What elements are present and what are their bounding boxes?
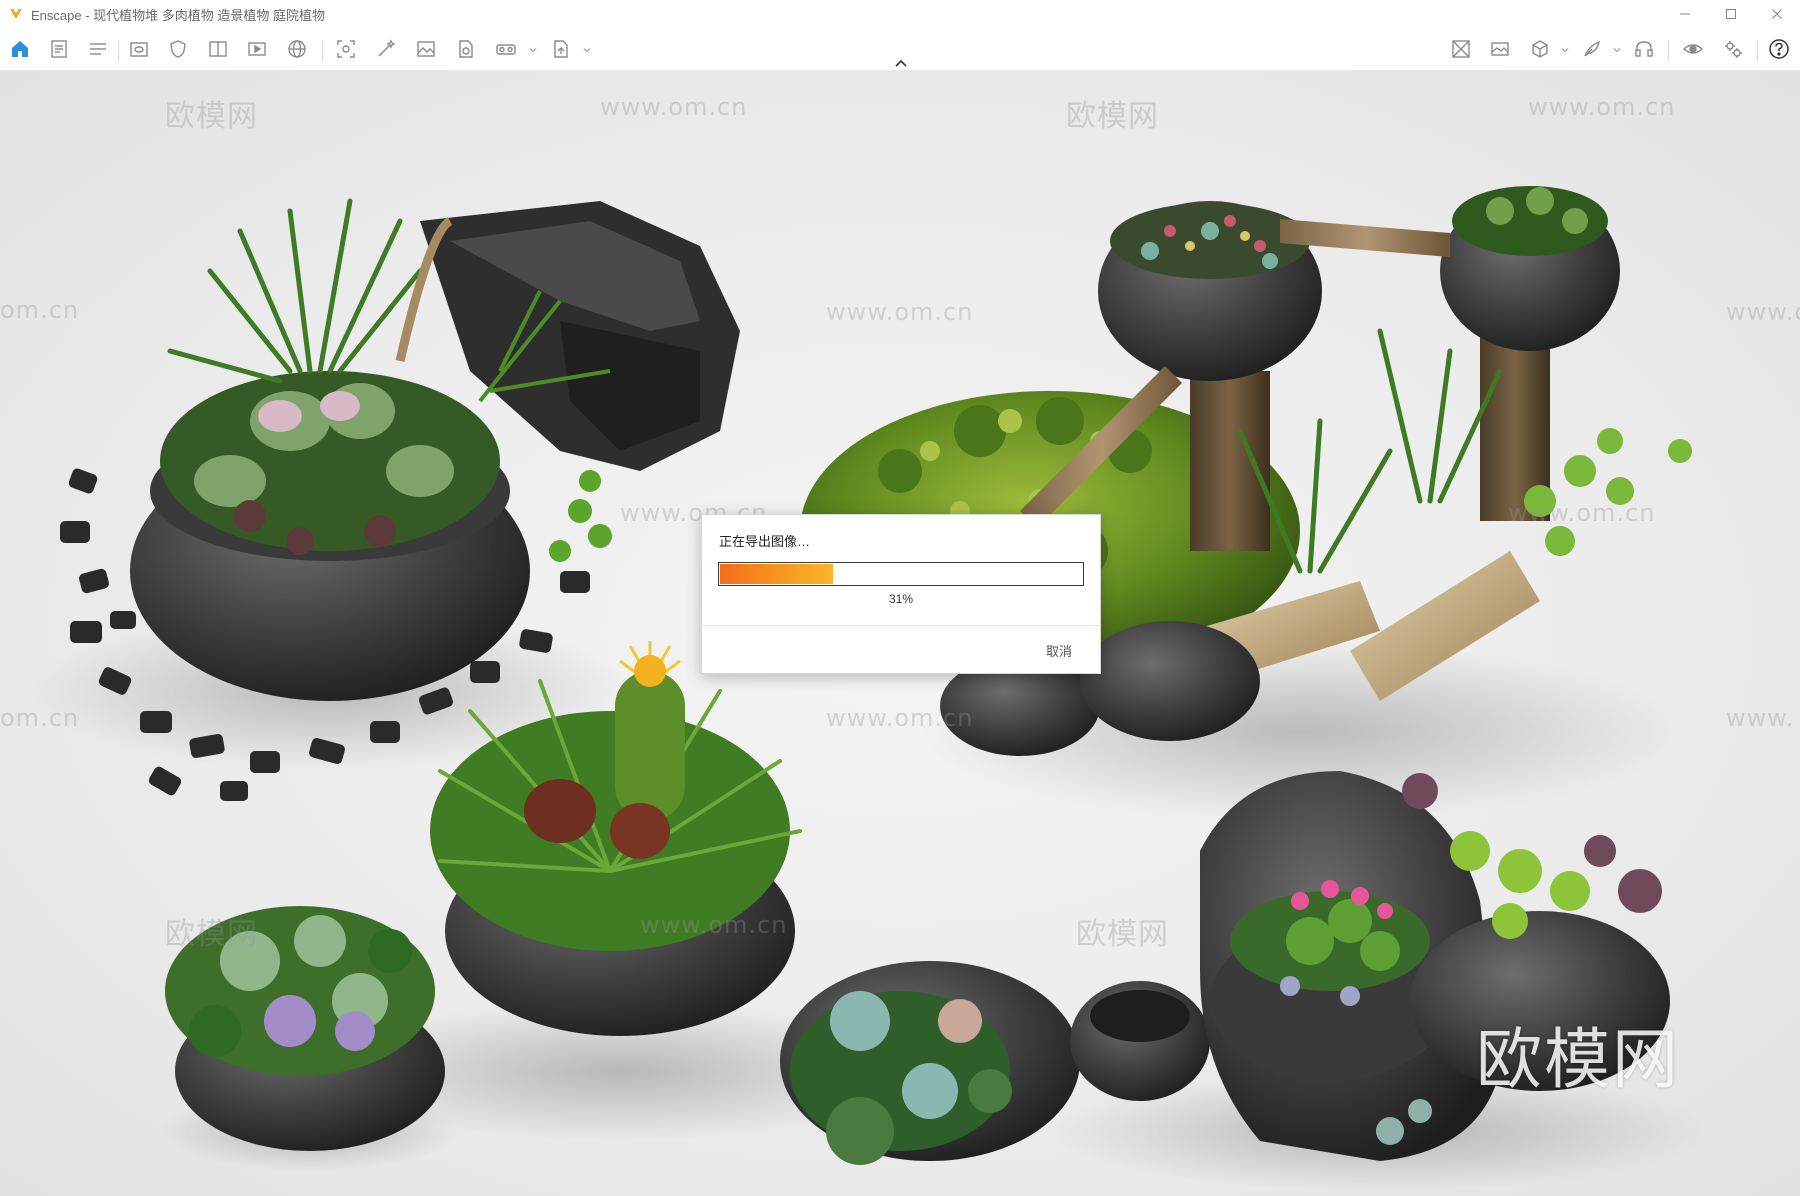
list-button[interactable] <box>86 37 110 61</box>
collapse-toolbar-icon[interactable] <box>893 58 909 68</box>
cube-icon <box>1532 40 1548 58</box>
progress-percent: 31% <box>888 592 914 606</box>
watermark-url: www.om.cn <box>826 298 974 326</box>
watermark-url: www.om.cn <box>600 93 748 121</box>
shield-icon <box>170 40 186 58</box>
image-gallery-button[interactable] <box>1488 37 1512 61</box>
headset-button[interactable] <box>1632 37 1656 61</box>
minimize-button[interactable] <box>1662 0 1708 28</box>
headset-icon <box>1635 41 1653 57</box>
image-gallery-icon <box>1491 42 1509 56</box>
magic-wand-button[interactable] <box>374 37 398 61</box>
view-icon <box>130 42 148 57</box>
document-button[interactable] <box>47 37 71 61</box>
screenshot-icon <box>337 40 355 58</box>
chevron-down-icon[interactable] <box>1613 46 1621 54</box>
dialog-divider <box>702 625 1100 626</box>
vr-headset-button[interactable] <box>494 37 518 61</box>
toolbar-separator <box>1668 40 1669 62</box>
enscape-logo-icon <box>10 9 22 19</box>
feather-button[interactable] <box>1580 37 1604 61</box>
window-title: Enscape - 现代植物堆 多肉植物 造景植物 庭院植物 <box>31 7 325 23</box>
home-button[interactable] <box>8 37 32 61</box>
book-button[interactable] <box>206 37 230 61</box>
eye-icon <box>1682 44 1704 54</box>
watermark-logo: 欧模网 <box>1076 917 1169 952</box>
settings-icon <box>1725 41 1742 58</box>
export-progress-dialog: 正在导出图像… 31% 取消 <box>701 514 1101 674</box>
minimize-icon <box>1680 13 1690 15</box>
file-refresh-button[interactable] <box>454 37 478 61</box>
screenshot-button[interactable] <box>334 37 358 61</box>
watermark-url: www.o <box>1726 298 1800 326</box>
brand-watermark: 欧模网 <box>1476 1021 1680 1098</box>
export-file-icon <box>554 40 568 58</box>
settings-button[interactable] <box>1721 37 1745 61</box>
eye-button[interactable] <box>1681 37 1705 61</box>
magic-wand-icon <box>378 39 396 57</box>
chevron-down-icon[interactable] <box>1561 46 1569 54</box>
toolbar-separator <box>322 40 323 62</box>
panorama-button[interactable] <box>285 37 309 61</box>
watermark-logo: 欧模网 <box>165 917 258 952</box>
chevron-down-icon[interactable] <box>529 46 537 54</box>
maximize-icon <box>1726 9 1736 19</box>
watermark-url: www. <box>1726 704 1795 732</box>
help-icon <box>1769 39 1789 59</box>
watermark-url: www.om.cn <box>1528 93 1676 121</box>
feather-icon <box>1584 40 1600 57</box>
close-button[interactable] <box>1754 0 1800 28</box>
view-button[interactable] <box>127 37 151 61</box>
dialog-title: 正在导出图像… <box>719 534 811 549</box>
maximize-button[interactable] <box>1708 0 1754 28</box>
export-file-button[interactable] <box>549 37 573 61</box>
shield-button[interactable] <box>166 37 190 61</box>
title-bar: Enscape - 现代植物堆 多肉植物 造景植物 庭院植物 <box>0 0 1800 28</box>
video-button[interactable] <box>245 37 269 61</box>
asset-library-icon <box>1452 40 1470 58</box>
close-icon <box>1772 9 1782 19</box>
list-icon <box>90 43 106 55</box>
video-icon <box>248 42 266 56</box>
chevron-down-icon[interactable] <box>583 46 591 54</box>
watermark-url: www.om.cn <box>1508 499 1656 527</box>
file-refresh-icon <box>459 40 473 58</box>
image-icon <box>417 41 435 57</box>
image-button[interactable] <box>414 37 438 61</box>
watermark-logo: 欧模网 <box>1066 99 1159 134</box>
home-icon <box>12 41 28 57</box>
watermark-logo: 欧模网 <box>165 99 258 134</box>
watermark-url: www.om.cn <box>640 911 788 939</box>
document-icon <box>51 40 67 58</box>
watermark-url: www.om.cn <box>826 704 974 732</box>
help-button[interactable] <box>1767 37 1791 61</box>
panorama-icon <box>288 40 306 58</box>
cancel-button[interactable]: 取消 <box>1046 641 1072 660</box>
progress-fill <box>720 564 833 584</box>
vr-headset-icon <box>496 44 516 55</box>
asset-library-button[interactable] <box>1449 37 1473 61</box>
window-controls <box>1662 0 1800 28</box>
watermark-url: om.cn <box>0 704 80 732</box>
toolbar-separator <box>1757 40 1758 62</box>
watermark-url: om.cn <box>0 296 80 324</box>
toolbar-separator <box>118 40 119 62</box>
book-icon <box>209 41 227 57</box>
export-progress-bar <box>718 562 1084 586</box>
cube-button[interactable] <box>1528 37 1552 61</box>
